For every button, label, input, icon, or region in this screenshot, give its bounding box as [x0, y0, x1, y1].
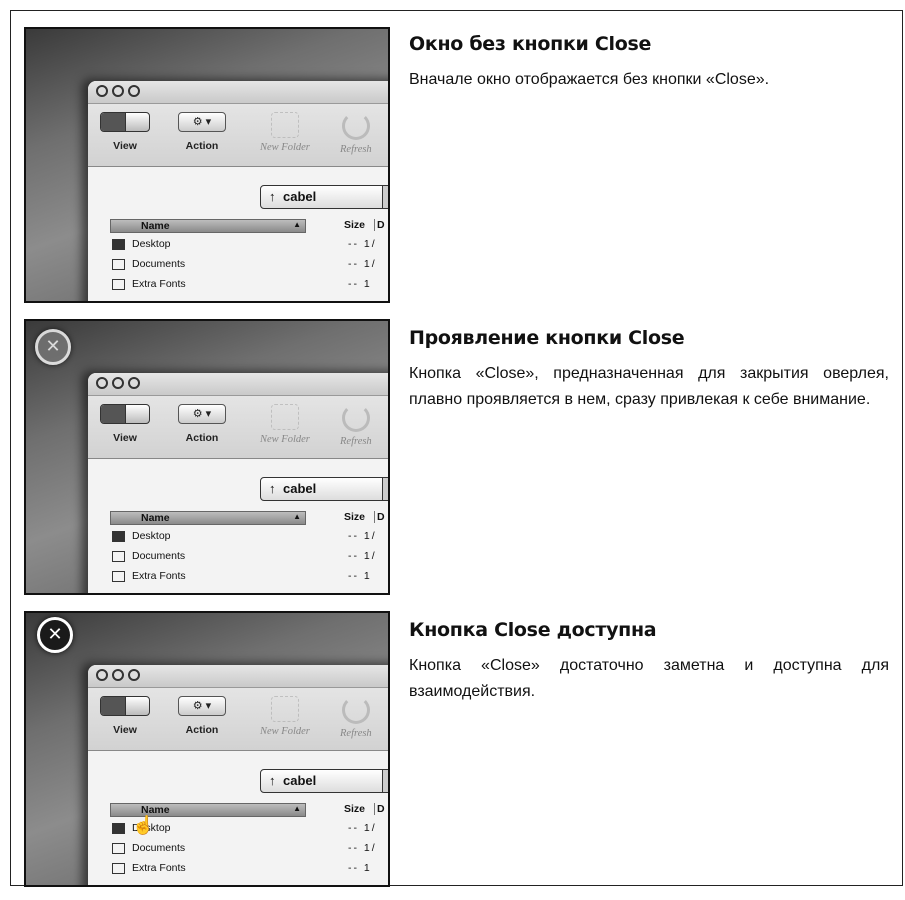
panel-2: View ⚙ ▾ Action New Folder Refresh ↑ cabel…	[11, 303, 902, 595]
panel-3: View ⚙ ▾ Action New Folder Refresh ↑ cabel…	[11, 595, 902, 887]
window-minimize-icon[interactable]	[112, 85, 124, 97]
caption-text: Кнопка «Close», предназначенная для закр…	[409, 365, 889, 408]
gear-icon: ⚙ ▾	[178, 696, 226, 716]
refresh-icon	[341, 112, 370, 140]
caption-heading: Проявление кнопки Close	[409, 327, 685, 349]
folder-icon	[112, 239, 125, 250]
up-arrow-icon: ↑	[269, 189, 276, 204]
toolbar: View ⚙ ▾ Action New Folder Refresh	[88, 104, 388, 167]
window-zoom-icon[interactable]	[128, 669, 140, 681]
folder-icon	[112, 571, 125, 582]
view-button[interactable]: View	[100, 112, 150, 152]
finder-window: View ⚙ ▾ Action New Folder Refresh ↑ cabel…	[88, 81, 388, 301]
list-item[interactable]: Desktop -- 1/	[112, 529, 388, 547]
caption-3: Кнопка Close доступна Кнопка «Close» дос…	[409, 619, 889, 705]
title-bar	[88, 81, 388, 104]
list-item[interactable]: Extra Fonts -- 1	[112, 569, 388, 587]
list-item[interactable]: Documents -- 1/	[112, 841, 388, 859]
panel-1: View ⚙ ▾ Action New Folder Refresh ↑ cabel…	[11, 11, 902, 303]
window-minimize-icon[interactable]	[112, 669, 124, 681]
folder-icon	[270, 404, 299, 430]
caption-1: Окно без кнопки Close Вначале окно отобр…	[409, 33, 889, 93]
finder-window: View ⚙ ▾ Action New Folder Refresh ↑ cabel…	[88, 373, 388, 593]
folder-icon	[112, 259, 125, 270]
screenshot-2: View ⚙ ▾ Action New Folder Refresh ↑ cabel…	[24, 319, 390, 595]
new-folder-button[interactable]: New Folder	[260, 696, 310, 737]
new-folder-button[interactable]: New Folder	[260, 404, 310, 445]
close-icon[interactable]: ✕	[37, 617, 73, 653]
caption-2: Проявление кнопки Close Кнопка «Close», …	[409, 327, 889, 413]
chevron-updown-icon: ⇕	[382, 478, 388, 500]
caption-text: Вначале окно отображается без кнопки «Cl…	[409, 71, 770, 88]
toolbar: View ⚙ ▾ Action New Folder Refresh	[88, 688, 388, 751]
chevron-updown-icon: ⇕	[382, 186, 388, 208]
window-zoom-icon[interactable]	[128, 377, 140, 389]
up-arrow-icon: ↑	[269, 481, 276, 496]
close-icon[interactable]: ✕	[35, 329, 71, 365]
gear-icon: ⚙ ▾	[178, 404, 226, 424]
refresh-button[interactable]: Refresh	[340, 404, 372, 447]
folder-icon	[112, 823, 125, 834]
list-item[interactable]: Extra Fonts -- 1	[112, 861, 388, 879]
list-header: Name ▲ Size D	[110, 511, 388, 525]
path-popup[interactable]: ↑cabel⇕	[260, 185, 388, 209]
refresh-icon	[341, 404, 370, 432]
window-close-icon[interactable]	[96, 377, 108, 389]
window-close-icon[interactable]	[96, 669, 108, 681]
caption-heading: Кнопка Close доступна	[409, 619, 657, 641]
folder-icon	[270, 696, 299, 722]
new-folder-button[interactable]: New Folder	[260, 112, 310, 153]
path-popup[interactable]: ↑cabel⇕	[260, 769, 388, 793]
list-header: Name ▲ Size D	[110, 219, 388, 233]
folder-icon	[112, 531, 125, 542]
list-item[interactable]: Documents -- 1/	[112, 549, 388, 567]
caption-heading: Окно без кнопки Close	[409, 33, 652, 55]
figure-frame: View ⚙ ▾ Action New Folder Refresh ↑ cabel…	[10, 10, 903, 887]
window-zoom-icon[interactable]	[128, 85, 140, 97]
refresh-button[interactable]: Refresh	[340, 112, 372, 155]
list-item[interactable]: Extra Fonts -- 1	[112, 277, 388, 295]
folder-icon	[270, 112, 299, 138]
action-button[interactable]: ⚙ ▾ Action	[178, 404, 226, 444]
action-button[interactable]: ⚙ ▾ Action	[178, 112, 226, 152]
toolbar: View ⚙ ▾ Action New Folder Refresh	[88, 396, 388, 459]
path-popup[interactable]: ↑cabel⇕	[260, 477, 388, 501]
window-minimize-icon[interactable]	[112, 377, 124, 389]
list-item[interactable]: Documents -- 1/	[112, 257, 388, 275]
action-button[interactable]: ⚙ ▾ Action	[178, 696, 226, 736]
folder-icon	[112, 863, 125, 874]
caption-text: Кнопка «Close» достаточно заметна и дост…	[409, 657, 889, 700]
view-button[interactable]: View	[100, 696, 150, 736]
folder-icon	[112, 279, 125, 290]
chevron-updown-icon: ⇕	[382, 770, 388, 792]
refresh-button[interactable]: Refresh	[340, 696, 372, 739]
gear-icon: ⚙ ▾	[178, 112, 226, 132]
hand-cursor-icon: ☝	[132, 815, 155, 835]
finder-window: View ⚙ ▾ Action New Folder Refresh ↑ cabel…	[88, 665, 388, 885]
screenshot-3: View ⚙ ▾ Action New Folder Refresh ↑ cabel…	[24, 611, 390, 887]
up-arrow-icon: ↑	[269, 773, 276, 788]
folder-icon	[112, 551, 125, 562]
view-button[interactable]: View	[100, 404, 150, 444]
refresh-icon	[341, 696, 370, 724]
screenshot-1: View ⚙ ▾ Action New Folder Refresh ↑ cabel…	[24, 27, 390, 303]
list-item[interactable]: Desktop -- 1/	[112, 237, 388, 255]
window-close-icon[interactable]	[96, 85, 108, 97]
folder-icon	[112, 843, 125, 854]
